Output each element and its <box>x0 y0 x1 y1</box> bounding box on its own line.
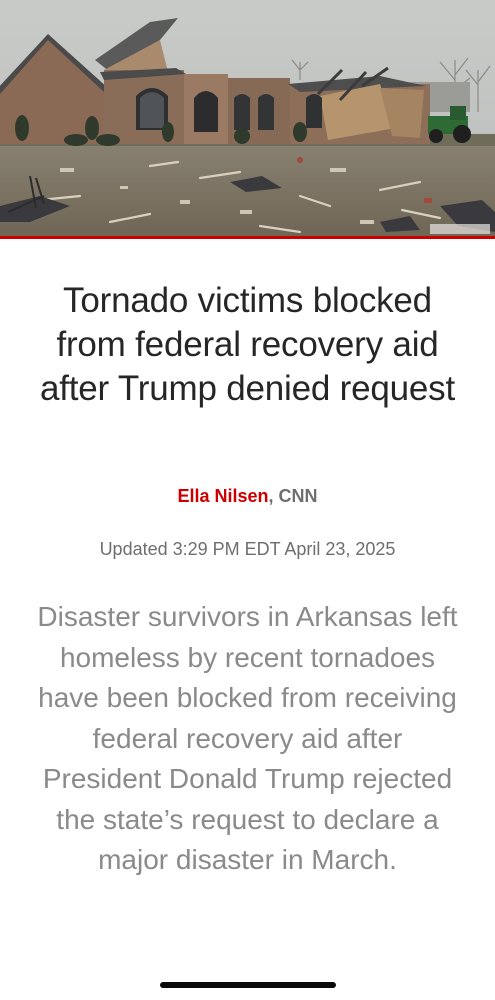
byline: Ella Nilsen, CNN <box>0 485 495 507</box>
article-headline: Tornado victims blocked from federal rec… <box>39 281 456 408</box>
updated-timestamp: Updated 3:29 PM EDT April 23, 2025 <box>99 539 396 559</box>
author-link[interactable]: Ella Nilsen <box>177 486 268 506</box>
article-lede: Disaster survivors in Arkansas left home… <box>37 601 458 875</box>
home-indicator[interactable] <box>160 982 336 988</box>
hero-accent-rule <box>0 236 495 239</box>
hero-image[interactable] <box>0 0 495 236</box>
source-label: CNN <box>278 486 318 506</box>
byline-separator: , <box>268 486 279 506</box>
